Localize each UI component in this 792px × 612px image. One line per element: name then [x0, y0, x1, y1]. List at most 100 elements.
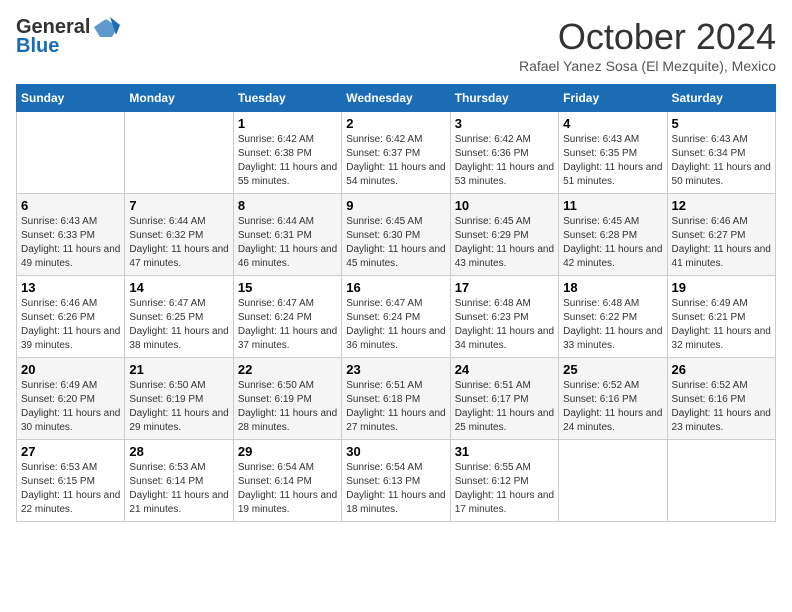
day-number: 10 [455, 198, 554, 213]
calendar-week-row: 20 Sunrise: 6:49 AMSunset: 6:20 PMDayligh… [17, 358, 776, 440]
day-number: 22 [238, 362, 337, 377]
day-number: 13 [21, 280, 120, 295]
day-info: Sunrise: 6:44 AMSunset: 6:31 PMDaylight:… [238, 215, 337, 271]
day-number: 31 [455, 444, 554, 459]
day-info: Sunrise: 6:45 AMSunset: 6:30 PMDaylight:… [346, 215, 445, 271]
day-number: 30 [346, 444, 445, 459]
calendar-cell: 11 Sunrise: 6:45 AMSunset: 6:28 PMDayligh… [559, 194, 667, 276]
day-number: 25 [563, 362, 662, 377]
weekday-header: Friday [559, 85, 667, 112]
calendar-cell: 2 Sunrise: 6:42 AMSunset: 6:37 PMDaylight… [342, 112, 450, 194]
day-info: Sunrise: 6:53 AMSunset: 6:15 PMDaylight:… [21, 461, 120, 517]
day-number: 15 [238, 280, 337, 295]
day-number: 16 [346, 280, 445, 295]
calendar-cell [125, 112, 233, 194]
day-number: 19 [672, 280, 771, 295]
calendar-cell: 10Sunrise: 6:45 AMSunset: 6:29 PMDayligh… [450, 194, 558, 276]
calendar-week-row: 1 Sunrise: 6:42 AMSunset: 6:38 PMDaylight… [17, 112, 776, 194]
day-info: Sunrise: 6:48 AMSunset: 6:22 PMDaylight:… [563, 297, 662, 353]
calendar-cell: 29Sunrise: 6:54 AMSunset: 6:14 PMDayligh… [233, 440, 341, 522]
location-subtitle: Rafael Yanez Sosa (El Mezquite), Mexico [519, 58, 776, 74]
day-number: 7 [129, 198, 228, 213]
day-info: Sunrise: 6:45 AMSunset: 6:28 PMDaylight:… [563, 215, 662, 271]
calendar-cell: 28Sunrise: 6:53 AMSunset: 6:14 PMDayligh… [125, 440, 233, 522]
calendar-cell: 15 Sunrise: 6:47 AMSunset: 6:24 PMDayligh… [233, 276, 341, 358]
day-info: Sunrise: 6:47 AMSunset: 6:24 PMDaylight:… [238, 297, 337, 353]
day-info: Sunrise: 6:54 AMSunset: 6:13 PMDaylight:… [346, 461, 445, 517]
title-section: October 2024 Rafael Yanez Sosa (El Mezqu… [519, 16, 776, 74]
calendar-cell: 17Sunrise: 6:48 AMSunset: 6:23 PMDayligh… [450, 276, 558, 358]
day-number: 9 [346, 198, 445, 213]
day-number: 29 [238, 444, 337, 459]
calendar-cell [17, 112, 125, 194]
day-number: 20 [21, 362, 120, 377]
calendar-cell: 4Sunrise: 6:43 AMSunset: 6:35 PMDaylight… [559, 112, 667, 194]
page-header: General Blue October 2024 Rafael Yanez S… [16, 16, 776, 74]
calendar-cell: 21 Sunrise: 6:50 AMSunset: 6:19 PMDayligh… [125, 358, 233, 440]
weekday-header: Sunday [17, 85, 125, 112]
calendar-cell: 22 Sunrise: 6:50 AMSunset: 6:19 PMDayligh… [233, 358, 341, 440]
calendar-cell: 25 Sunrise: 6:52 AMSunset: 6:16 PMDayligh… [559, 358, 667, 440]
day-info: Sunrise: 6:43 AMSunset: 6:35 PMDaylight:… [563, 133, 662, 189]
weekday-header: Monday [125, 85, 233, 112]
calendar-cell: 24 Sunrise: 6:51 AMSunset: 6:17 PMDayligh… [450, 358, 558, 440]
day-number: 24 [455, 362, 554, 377]
day-info: Sunrise: 6:50 AMSunset: 6:19 PMDaylight:… [238, 379, 337, 435]
day-number: 26 [672, 362, 771, 377]
day-info: Sunrise: 6:43 AMSunset: 6:33 PMDaylight:… [21, 215, 120, 271]
day-info: Sunrise: 6:50 AMSunset: 6:19 PMDaylight:… [129, 379, 228, 435]
day-number: 3 [455, 116, 554, 131]
day-number: 8 [238, 198, 337, 213]
calendar-cell: 26 Sunrise: 6:52 AMSunset: 6:16 PMDayligh… [667, 358, 775, 440]
day-info: Sunrise: 6:51 AMSunset: 6:18 PMDaylight:… [346, 379, 445, 435]
day-info: Sunrise: 6:52 AMSunset: 6:16 PMDaylight:… [563, 379, 662, 435]
calendar-cell: 3 Sunrise: 6:42 AMSunset: 6:36 PMDaylight… [450, 112, 558, 194]
calendar-cell: 23 Sunrise: 6:51 AMSunset: 6:18 PMDayligh… [342, 358, 450, 440]
logo: General Blue [16, 16, 120, 58]
calendar-cell [667, 440, 775, 522]
day-info: Sunrise: 6:42 AMSunset: 6:38 PMDaylight:… [238, 133, 337, 189]
day-info: Sunrise: 6:42 AMSunset: 6:37 PMDaylight:… [346, 133, 445, 189]
calendar-cell: 14 Sunrise: 6:47 AMSunset: 6:25 PMDayligh… [125, 276, 233, 358]
day-info: Sunrise: 6:46 AMSunset: 6:27 PMDaylight:… [672, 215, 771, 271]
calendar-cell: 31Sunrise: 6:55 AMSunset: 6:12 PMDayligh… [450, 440, 558, 522]
calendar-cell: 20 Sunrise: 6:49 AMSunset: 6:20 PMDayligh… [17, 358, 125, 440]
day-info: Sunrise: 6:47 AMSunset: 6:25 PMDaylight:… [129, 297, 228, 353]
calendar-week-row: 27 Sunrise: 6:53 AMSunset: 6:15 PMDayligh… [17, 440, 776, 522]
day-info: Sunrise: 6:51 AMSunset: 6:17 PMDaylight:… [455, 379, 554, 435]
calendar-cell: 1 Sunrise: 6:42 AMSunset: 6:38 PMDaylight… [233, 112, 341, 194]
day-number: 14 [129, 280, 228, 295]
calendar-cell: 8 Sunrise: 6:44 AMSunset: 6:31 PMDaylight… [233, 194, 341, 276]
logo-blue-text: Blue [16, 35, 59, 58]
calendar-cell: 16 Sunrise: 6:47 AMSunset: 6:24 PMDayligh… [342, 276, 450, 358]
day-number: 1 [238, 116, 337, 131]
day-number: 5 [672, 116, 771, 131]
calendar-table: SundayMondayTuesdayWednesdayThursdayFrid… [16, 84, 776, 522]
day-number: 21 [129, 362, 228, 377]
day-info: Sunrise: 6:49 AMSunset: 6:21 PMDaylight:… [672, 297, 771, 353]
day-info: Sunrise: 6:46 AMSunset: 6:26 PMDaylight:… [21, 297, 120, 353]
calendar-week-row: 6Sunrise: 6:43 AMSunset: 6:33 PMDaylight… [17, 194, 776, 276]
calendar-cell: 5 Sunrise: 6:43 AMSunset: 6:34 PMDaylight… [667, 112, 775, 194]
calendar-cell: 12Sunrise: 6:46 AMSunset: 6:27 PMDayligh… [667, 194, 775, 276]
day-number: 27 [21, 444, 120, 459]
calendar-cell: 7Sunrise: 6:44 AMSunset: 6:32 PMDaylight… [125, 194, 233, 276]
day-info: Sunrise: 6:52 AMSunset: 6:16 PMDaylight:… [672, 379, 771, 435]
day-number: 23 [346, 362, 445, 377]
calendar-week-row: 13 Sunrise: 6:46 AMSunset: 6:26 PMDayligh… [17, 276, 776, 358]
calendar-cell: 13 Sunrise: 6:46 AMSunset: 6:26 PMDayligh… [17, 276, 125, 358]
day-info: Sunrise: 6:42 AMSunset: 6:36 PMDaylight:… [455, 133, 554, 189]
day-info: Sunrise: 6:43 AMSunset: 6:34 PMDaylight:… [672, 133, 771, 189]
month-title: October 2024 [519, 16, 776, 58]
day-number: 2 [346, 116, 445, 131]
day-number: 11 [563, 198, 662, 213]
day-number: 17 [455, 280, 554, 295]
weekday-header: Thursday [450, 85, 558, 112]
day-info: Sunrise: 6:47 AMSunset: 6:24 PMDaylight:… [346, 297, 445, 353]
calendar-cell: 19 Sunrise: 6:49 AMSunset: 6:21 PMDayligh… [667, 276, 775, 358]
weekday-header: Tuesday [233, 85, 341, 112]
day-info: Sunrise: 6:49 AMSunset: 6:20 PMDaylight:… [21, 379, 120, 435]
calendar-cell: 30 Sunrise: 6:54 AMSunset: 6:13 PMDayligh… [342, 440, 450, 522]
calendar-cell: 27 Sunrise: 6:53 AMSunset: 6:15 PMDayligh… [17, 440, 125, 522]
day-number: 18 [563, 280, 662, 295]
